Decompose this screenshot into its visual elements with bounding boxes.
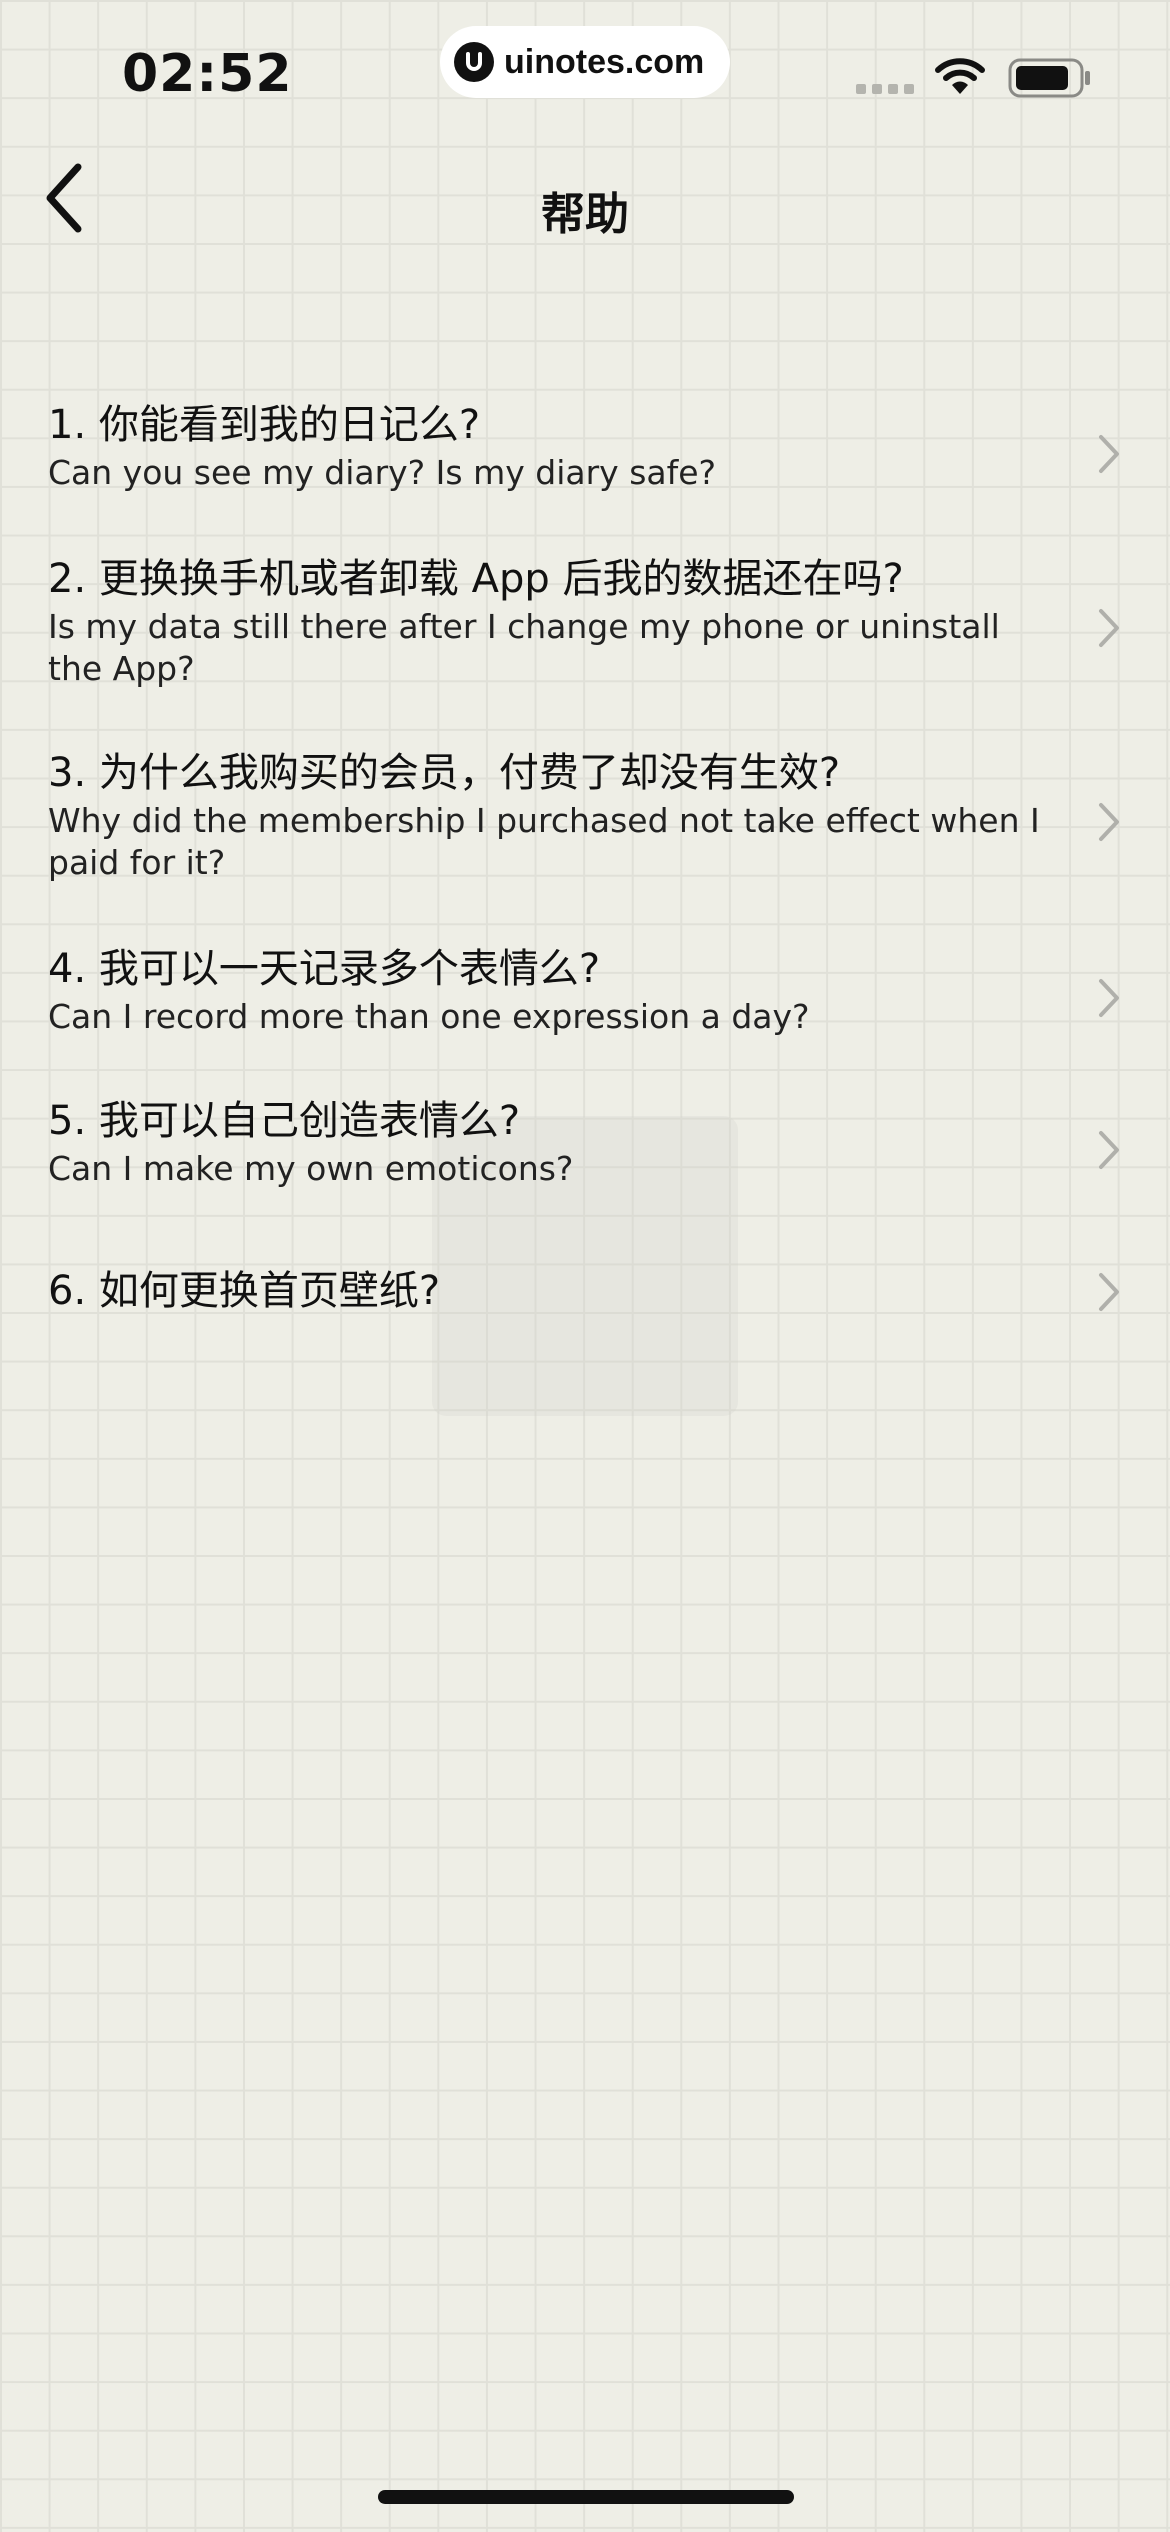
help-answer: Why did the membership I purchased not t… bbox=[48, 801, 1040, 882]
watermark-text: uinotes.com bbox=[504, 42, 705, 81]
watermark-logo-icon bbox=[454, 42, 494, 82]
help-question: 2. 更换换手机或者卸载 App 后我的数据还在吗? bbox=[48, 556, 904, 602]
help-question: 6. 如何更换首页壁纸? bbox=[48, 1268, 441, 1314]
help-item-4[interactable]: 4. 我可以一天记录多个表情么? Can I record more than … bbox=[48, 942, 1122, 1038]
wifi-icon bbox=[935, 58, 985, 94]
status-time: 02:52 bbox=[122, 44, 293, 104]
help-question: 3. 为什么我购买的会员，付费了却没有生效? bbox=[48, 750, 841, 796]
help-item-6[interactable]: 6. 如何更换首页壁纸? bbox=[48, 1264, 1122, 1318]
chevron-right-icon bbox=[1099, 1273, 1119, 1311]
chevron-right-icon bbox=[1099, 1131, 1119, 1169]
help-question: 5. 我可以自己创造表情么? bbox=[48, 1098, 521, 1144]
home-indicator[interactable] bbox=[378, 2490, 794, 2504]
help-answer: Can I record more than one expression a … bbox=[48, 997, 810, 1036]
help-item-1[interactable]: 1. 你能看到我的日记么? Can you see my diary? Is m… bbox=[48, 398, 1122, 494]
help-item-5[interactable]: 5. 我可以自己创造表情么? Can I make my own emotico… bbox=[48, 1094, 1122, 1190]
help-question: 4. 我可以一天记录多个表情么? bbox=[48, 946, 601, 992]
chevron-right-icon bbox=[1099, 435, 1119, 473]
help-answer: Can I make my own emoticons? bbox=[48, 1149, 574, 1188]
battery-icon bbox=[1008, 58, 1090, 98]
watermark-badge: uinotes.com bbox=[440, 26, 730, 98]
help-question: 1. 你能看到我的日记么? bbox=[48, 402, 481, 448]
help-item-2[interactable]: 2. 更换换手机或者卸载 App 后我的数据还在吗? Is my data st… bbox=[48, 552, 1122, 690]
status-bar: 02:52 uinotes.com bbox=[0, 0, 1170, 150]
help-answer: Can you see my diary? Is my diary safe? bbox=[48, 453, 717, 492]
chevron-right-icon bbox=[1099, 803, 1119, 841]
signal-dots-icon bbox=[856, 84, 914, 94]
help-answer: Is my data still there after I change my… bbox=[48, 607, 1000, 688]
page-title: 帮助 bbox=[541, 189, 629, 240]
chevron-right-icon bbox=[1099, 609, 1119, 647]
help-item-3[interactable]: 3. 为什么我购买的会员，付费了却没有生效? Why did the membe… bbox=[48, 746, 1122, 884]
chevron-right-icon bbox=[1099, 979, 1119, 1017]
